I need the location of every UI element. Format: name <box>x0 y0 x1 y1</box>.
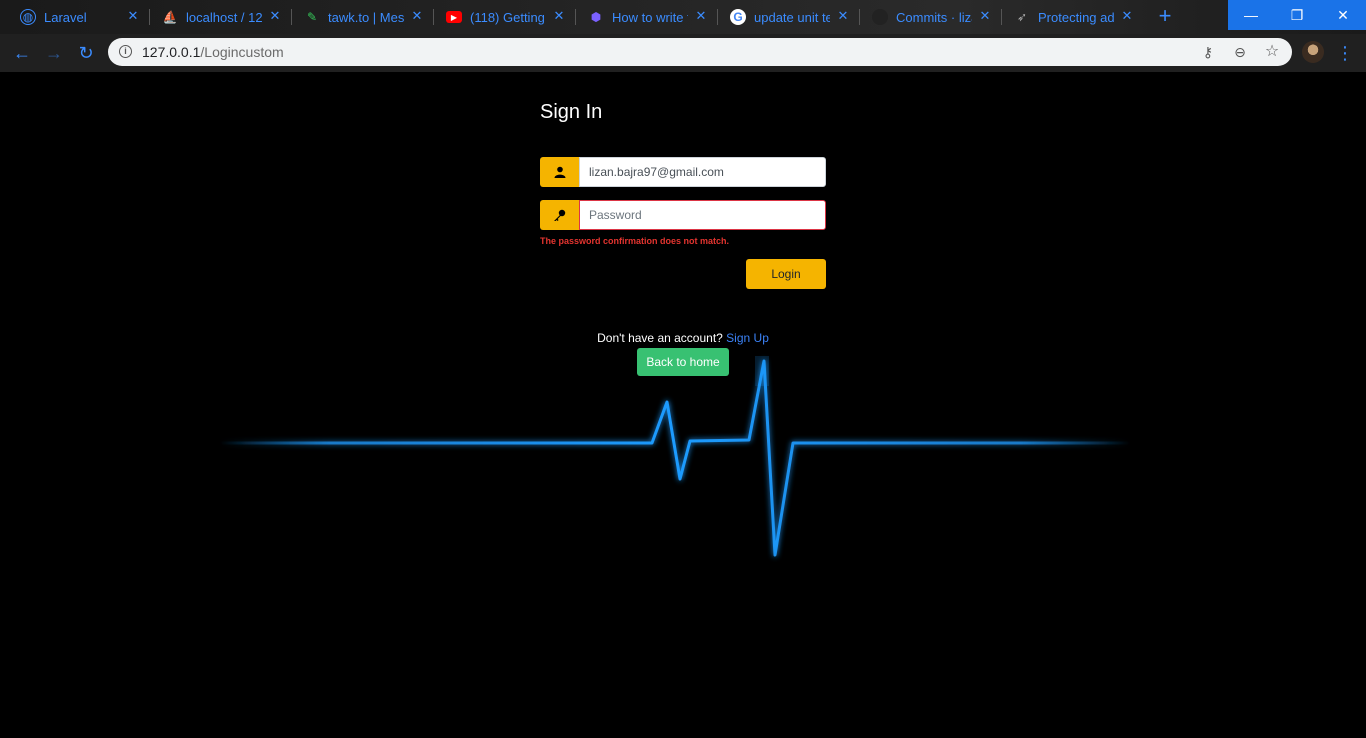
close-icon[interactable]: ✕ <box>836 9 850 23</box>
url-path: /Logincustom <box>200 44 284 60</box>
forward-arrow-icon[interactable]: → <box>42 41 66 65</box>
email-input[interactable] <box>579 157 826 187</box>
address-bar[interactable]: i 127.0.0.1/Logincustom ⚷ ⊖ ☆ <box>108 38 1292 66</box>
tawkto-icon: ✎ <box>306 10 318 24</box>
zoom-out-icon[interactable]: ⊖ <box>1232 44 1248 60</box>
signup-prompt: Don't have an account? Sign Up <box>0 331 1366 345</box>
close-icon[interactable]: ✕ <box>126 9 140 23</box>
tab-tawkto[interactable]: ✎ tawk.to | Mess ✕ <box>284 0 434 34</box>
menu-icon[interactable]: ⋮ <box>1336 42 1354 64</box>
back-to-home-button[interactable]: Back to home <box>637 348 729 376</box>
key-icon <box>540 200 579 230</box>
tab-how-to-write[interactable]: ⬢ How to write t ✕ <box>568 0 718 34</box>
error-message: The password confirmation does not match… <box>540 236 730 246</box>
google-icon: G <box>730 9 746 25</box>
heartbeat-peak-glow <box>755 356 769 386</box>
close-icon[interactable]: ✕ <box>410 9 424 23</box>
feather-icon: ➶ <box>1016 10 1028 24</box>
star-icon[interactable]: ☆ <box>1264 44 1280 60</box>
tab-laravel[interactable]: ◍ Laravel ✕ <box>0 0 150 34</box>
close-icon[interactable]: ✕ <box>268 9 282 23</box>
tab-title: localhost / 127 <box>186 9 262 25</box>
window-close-icon[interactable]: ✕ <box>1320 0 1366 30</box>
password-input[interactable] <box>579 200 826 230</box>
close-icon[interactable]: ✕ <box>694 9 708 23</box>
new-tab-icon[interactable]: + <box>1155 5 1175 27</box>
close-icon[interactable]: ✕ <box>978 9 992 23</box>
tab-strip: ◍ Laravel ✕ ⛵ localhost / 127 ✕ ✎ tawk.t… <box>0 0 1366 34</box>
browser-chrome: ◍ Laravel ✕ ⛵ localhost / 127 ✕ ✎ tawk.t… <box>0 0 1366 72</box>
signup-text: Don't have an account? <box>597 331 723 345</box>
tab-title: Commits · liza <box>896 9 972 25</box>
profile-avatar[interactable] <box>1302 41 1324 63</box>
url-text[interactable]: 127.0.0.1/Logincustom <box>142 44 284 60</box>
github-icon <box>872 9 888 25</box>
tab-title: Protecting adm <box>1038 9 1114 25</box>
back-arrow-icon[interactable]: ← <box>10 41 34 65</box>
tab-title: update unit te <box>754 9 830 25</box>
tab-youtube[interactable]: ▶ (118) Getting S ✕ <box>426 0 576 34</box>
tab-title: How to write t <box>612 9 688 25</box>
login-button[interactable]: Login <box>746 259 826 289</box>
tab-protecting-admin[interactable]: ➶ Protecting adm ✕ <box>994 0 1144 34</box>
minimize-icon[interactable]: — <box>1228 0 1274 30</box>
login-page: Sign In The password confirmation does n… <box>0 72 1366 738</box>
page-title: Sign In <box>540 101 603 123</box>
restore-icon[interactable]: ❐ <box>1274 0 1320 30</box>
key-icon[interactable]: ⚷ <box>1200 44 1216 60</box>
close-icon[interactable]: ✕ <box>1120 9 1134 23</box>
url-host: 127.0.0.1 <box>142 44 201 60</box>
info-icon[interactable]: i <box>119 45 132 58</box>
browser-toolbar: ← → ↻ i 127.0.0.1/Logincustom ⚷ ⊖ ☆ ⋮ <box>0 34 1366 72</box>
tab-google[interactable]: G update unit te ✕ <box>710 0 860 34</box>
user-icon <box>540 157 579 187</box>
signup-link[interactable]: Sign Up <box>726 331 769 345</box>
tab-title: tawk.to | Mess <box>328 9 404 25</box>
tab-phpmyadmin[interactable]: ⛵ localhost / 127 ✕ <box>142 0 292 34</box>
globe-icon: ◍ <box>20 9 36 25</box>
password-field-group <box>540 200 826 230</box>
tab-title: Laravel <box>44 9 87 25</box>
youtube-icon: ▶ <box>446 11 462 23</box>
phpmyadmin-icon: ⛵ <box>162 10 178 24</box>
reload-icon[interactable]: ↻ <box>74 41 98 65</box>
tab-github[interactable]: Commits · liza ✕ <box>852 0 1002 34</box>
close-icon[interactable]: ✕ <box>552 9 566 23</box>
tab-title: (118) Getting S <box>470 9 546 25</box>
bookmark-icon: ⬢ <box>590 10 602 24</box>
email-field-group <box>540 157 826 187</box>
heartbeat-line <box>220 359 1130 557</box>
